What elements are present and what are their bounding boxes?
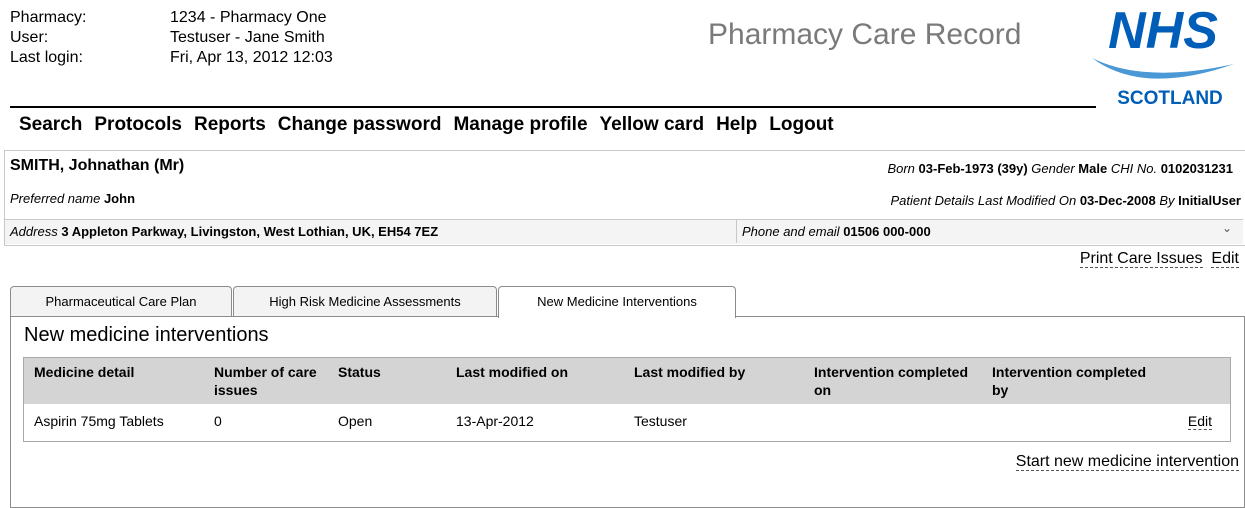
col-care-issues: Number of care issues [204,358,328,404]
interventions-table-frame: Medicine detail Number of care issues St… [23,357,1231,442]
age-value: (39y) [997,161,1028,176]
user-label: User: [10,29,49,46]
preferred-label: Preferred name [10,191,101,206]
address-value: 3 Appleton Parkway, Livingston, West Lot… [61,224,439,239]
cell-modified-by: Testuser [634,413,687,429]
nhs-logo-subtext: SCOTLAND [1117,88,1223,109]
col-completed-by: Intervention completed by [982,358,1170,404]
col-medicine-detail: Medicine detail [24,358,204,404]
print-care-issues-link[interactable]: Print Care Issues [1079,250,1203,268]
nav-help[interactable]: Help [716,114,757,135]
expand-chevron-icon[interactable]: ⌄ [1222,221,1232,235]
cell-completed-by [982,404,1170,438]
nav-change-password[interactable]: Change password [278,114,442,135]
born-label: Born [887,161,915,176]
user-value: Testuser - Jane Smith [170,29,325,46]
cell-modified-on: 13-Apr-2012 [456,413,534,429]
patient-name: SMITH, Johnathan (Mr) [10,157,185,174]
patient-phone: Phone and email 01506 000-000 [742,224,931,239]
nhs-logo: NHS SCOTLAND [1088,0,1238,110]
patient-address: Address 3 Appleton Parkway, Livingston, … [10,224,438,239]
header-divider [10,106,1096,108]
col-completed-on: Intervention completed on [804,358,982,404]
start-new-intervention-link[interactable]: Start new medicine intervention [1015,453,1239,471]
modified-by-value: InitialUser [1178,193,1241,208]
table-row: Aspirin 75mg Tablets 0 Open 13-Apr-2012 … [24,404,1230,438]
section-title: New medicine interventions [24,324,269,346]
modified-by-label: By [1159,193,1175,208]
phone-value: 01506 000-000 [843,224,931,239]
nav-yellow-card[interactable]: Yellow card [600,114,705,135]
interventions-table: Medicine detail Number of care issues St… [24,358,1230,438]
chi-label: CHI No. [1110,161,1158,176]
nav-search[interactable]: Search [19,114,82,135]
nhs-logo-text: NHS [1108,2,1218,60]
last-login-value: Fri, Apr 13, 2012 12:03 [170,49,333,66]
chi-value: 0102031231 [1160,161,1233,176]
nhs-logo-graphic: NHS SCOTLAND [1092,2,1234,109]
nav-reports[interactable]: Reports [194,114,266,135]
row-edit-link[interactable]: Edit [1187,413,1212,430]
modified-value: 03-Dec-2008 [1079,193,1156,208]
cell-status: Open [338,413,373,429]
cell-care-issues: 0 [214,413,222,429]
born-value: 03-Feb-1973 [918,161,994,176]
cell-action: Edit [1170,404,1230,438]
main-nav: Search Protocols Reports Change password Man… [19,114,846,136]
nav-logout[interactable]: Logout [769,114,833,135]
tab-pharmaceutical-care-plan[interactable]: Pharmaceutical Care Plan [10,286,232,316]
last-login-label: Last login: [10,49,83,66]
phone-label: Phone and email [742,224,840,239]
address-divider [736,220,737,243]
table-header-row: Medicine detail Number of care issues St… [24,358,1230,404]
gender-label: Gender [1031,161,1075,176]
address-label: Address [10,224,58,239]
tab-new-medicine-interventions[interactable]: New Medicine Interventions [498,286,736,318]
pharmacy-label: Pharmacy: [10,9,87,26]
nav-manage-profile[interactable]: Manage profile [453,114,587,135]
modified-label: Patient Details Last Modified On [890,193,1077,208]
app-title: Pharmacy Care Record [708,18,1022,51]
start-intervention-wrap: Start new medicine intervention [1015,453,1239,471]
col-last-modified-on: Last modified on [446,358,624,404]
col-action [1170,358,1230,404]
session-info: Pharmacy: 1234 - Pharmacy One User: Testus… [10,8,333,68]
care-issue-links: Print Care Issues Edit [1079,250,1239,268]
gender-value: Male [1078,161,1108,176]
patient-modified: Patient Details Last Modified On 03-Dec-… [890,193,1241,208]
col-last-modified-by: Last modified by [624,358,804,404]
pharmacy-value: 1234 - Pharmacy One [170,9,327,26]
nav-protocols[interactable]: Protocols [94,114,182,135]
preferred-name: Preferred name John [10,191,135,206]
patient-demographics: Born 03-Feb-1973 (39y) Gender Male CHI N… [887,161,1233,176]
preferred-value: John [103,191,136,206]
tab-high-risk-medicine-assessments[interactable]: High Risk Medicine Assessments [233,286,497,316]
col-status: Status [328,358,446,404]
cell-completed-on [804,404,982,438]
edit-link[interactable]: Edit [1211,250,1239,268]
cell-medicine: Aspirin 75mg Tablets [34,413,164,429]
